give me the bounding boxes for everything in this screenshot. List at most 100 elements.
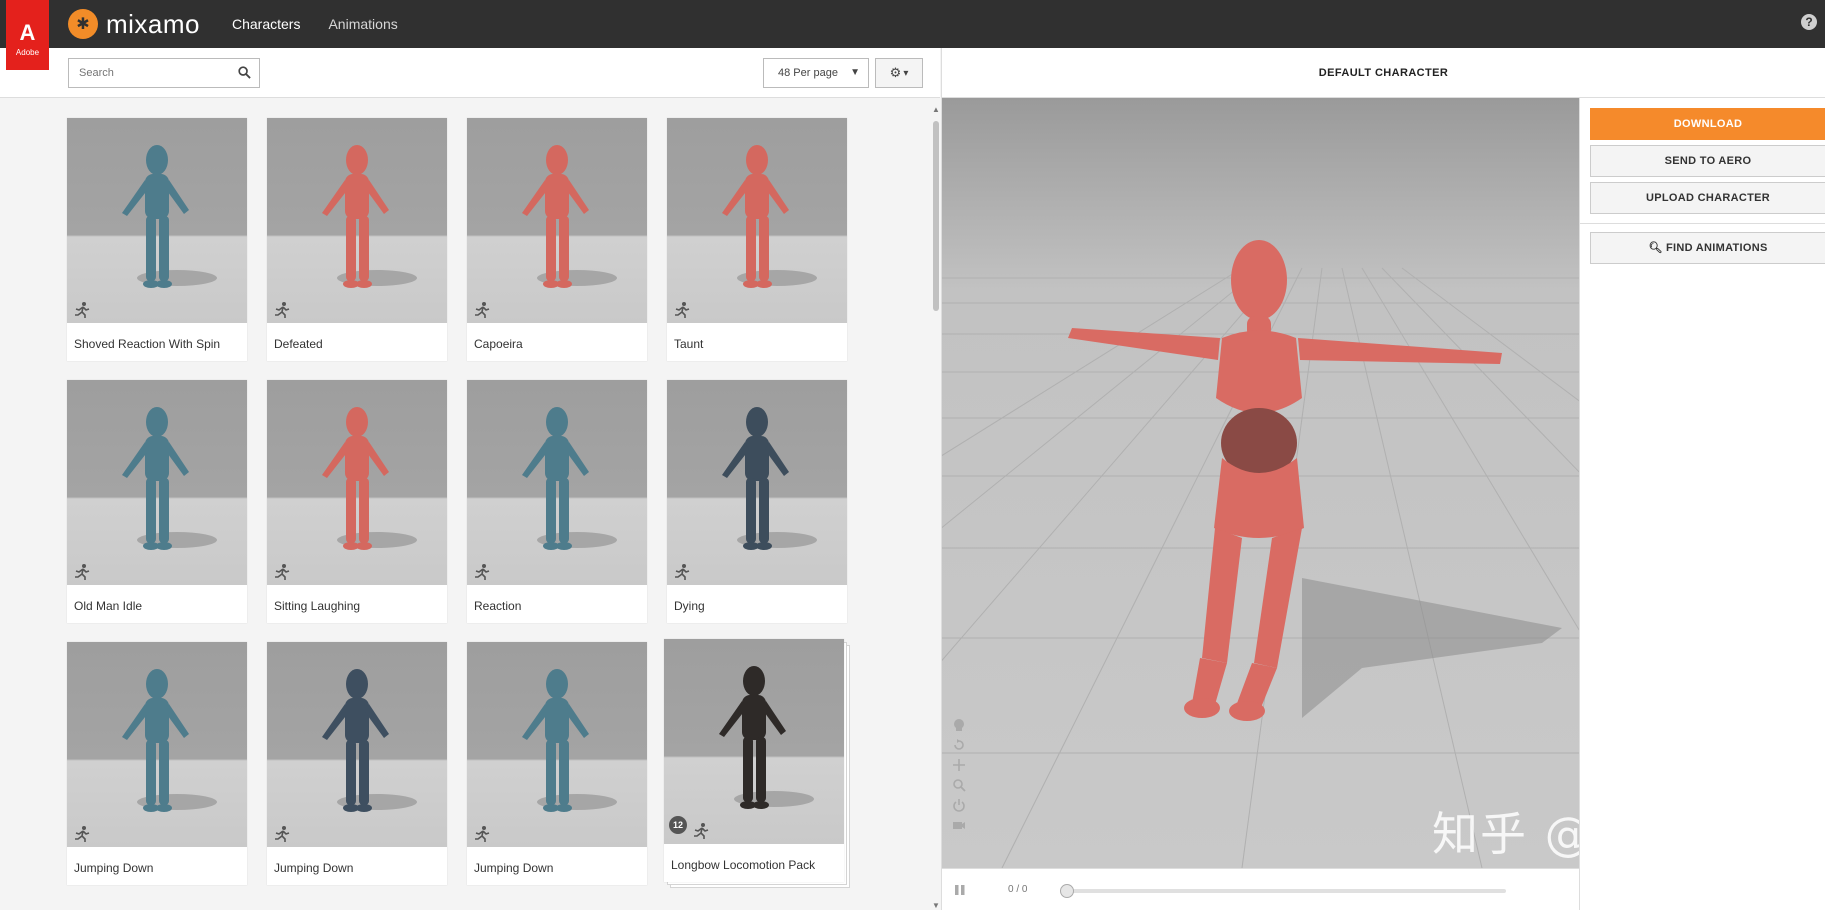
animation-card[interactable]: Capoeira <box>467 118 647 361</box>
find-animations-label: FIND ANIMATIONS <box>1665 242 1768 254</box>
help-icon[interactable]: ? <box>1801 14 1817 30</box>
animation-title: Dying <box>674 599 705 613</box>
animation-title: Capoeira <box>474 337 523 351</box>
running-man-icon <box>75 826 90 842</box>
character-figure <box>322 145 417 288</box>
main-nav: Characters Animations <box>232 0 426 48</box>
animation-card[interactable]: Shoved Reaction With Spin <box>67 118 247 361</box>
mixamo-logo-icon: ✱ <box>68 9 98 39</box>
pack-count-badge: 12 <box>669 816 687 834</box>
timeline: 0 / 0 <box>942 868 1579 910</box>
send-to-aero-button[interactable]: SEND TO AERO <box>1590 145 1825 177</box>
animation-thumbnail <box>267 642 447 847</box>
animation-thumbnail <box>267 380 447 585</box>
chevron-down-icon: ▾ <box>903 67 909 79</box>
animation-card[interactable]: Old Man Idle <box>67 380 247 623</box>
character-figure <box>722 407 817 550</box>
animation-thumbnail <box>267 118 447 323</box>
adobe-badge[interactable]: A Adobe <box>6 0 49 70</box>
upload-character-button[interactable]: UPLOAD CHARACTER <box>1590 182 1825 214</box>
move-icon[interactable] <box>952 758 966 772</box>
watermark-text: 知乎 @扬斯基 <box>1432 807 1579 861</box>
animation-card[interactable]: Reaction <box>467 380 647 623</box>
reset-icon[interactable] <box>952 738 966 752</box>
character-figure <box>322 407 417 550</box>
animation-thumbnail <box>67 380 247 585</box>
animation-card[interactable]: Jumping Down <box>67 642 247 885</box>
running-man-icon <box>475 302 490 318</box>
skull-icon[interactable] <box>952 718 966 732</box>
character-figure <box>719 666 814 809</box>
animation-thumbnail <box>467 118 647 323</box>
adobe-word: Adobe <box>15 48 40 57</box>
settings-button[interactable]: ⚙ ▾ <box>875 58 923 88</box>
animation-card[interactable]: Jumping Down <box>467 642 647 885</box>
scrollbar-thumb[interactable] <box>933 121 939 311</box>
scroll-up-icon[interactable]: ▲ <box>932 105 940 114</box>
character-figure <box>122 407 217 550</box>
nav-characters[interactable]: Characters <box>232 16 300 32</box>
animation-title: Reaction <box>474 599 522 613</box>
animation-card[interactable]: 12 Longbow Locomotion Pack <box>664 639 844 882</box>
running-man-icon <box>275 826 290 842</box>
running-man-icon <box>75 302 90 318</box>
animation-card[interactable]: Taunt <box>667 118 847 361</box>
action-panel: DOWNLOAD SEND TO AERO UPLOAD CHARACTER 🔍… <box>1579 98 1825 910</box>
animation-title: Old Man Idle <box>74 599 143 613</box>
animation-thumbnail <box>667 380 847 585</box>
download-button[interactable]: DOWNLOAD <box>1590 108 1825 140</box>
per-page-select[interactable]: 48 Per page ▼ <box>763 58 869 88</box>
search-icon[interactable] <box>238 66 251 79</box>
running-man-icon <box>75 564 90 580</box>
animation-thumbnail <box>667 118 847 323</box>
chevron-down-icon: ▼ <box>850 67 860 78</box>
running-man-icon <box>275 564 290 580</box>
scroll-down-icon[interactable]: ▼ <box>932 901 940 910</box>
animation-grid: Shoved Reaction With Spin Defeated Capoeir… <box>0 99 932 910</box>
animation-title: Jumping Down <box>274 861 354 875</box>
animation-title: Jumping Down <box>474 861 554 875</box>
adobe-logo-icon: A <box>19 20 36 45</box>
zoom-icon[interactable] <box>952 778 966 792</box>
camera-icon[interactable] <box>952 818 966 832</box>
3d-viewport[interactable]: 知乎 @扬斯基 <box>942 98 1579 868</box>
running-man-icon <box>675 302 690 318</box>
character-figure <box>522 669 617 812</box>
nav-animations[interactable]: Animations <box>328 16 397 32</box>
character-figure <box>722 145 817 288</box>
character-figure <box>122 669 217 812</box>
animation-title: Sitting Laughing <box>274 599 361 613</box>
running-man-icon <box>475 564 490 580</box>
animation-thumbnail <box>467 642 647 847</box>
viewport-tools <box>952 718 972 838</box>
running-man-icon <box>694 823 709 839</box>
animation-title: Taunt <box>674 337 704 351</box>
animation-title: Defeated <box>274 337 323 351</box>
mixamo-logo[interactable]: ✱ mixamo <box>68 8 200 40</box>
gear-icon: ⚙ <box>889 65 902 80</box>
animation-card[interactable]: Jumping Down <box>267 642 447 885</box>
animation-thumbnail <box>67 118 247 323</box>
search-input[interactable] <box>69 59 229 87</box>
animation-title: Longbow Locomotion Pack <box>671 858 816 872</box>
character-figure <box>322 669 417 812</box>
running-man-icon <box>675 564 690 580</box>
power-icon[interactable] <box>952 798 966 812</box>
running-man-icon <box>275 302 290 318</box>
animation-card[interactable]: Defeated <box>267 118 447 361</box>
frame-counter: 0 / 0 <box>1008 884 1028 895</box>
animation-card[interactable]: Sitting Laughing <box>267 380 447 623</box>
timeline-track[interactable] <box>1066 889 1506 893</box>
animation-card[interactable]: Dying <box>667 380 847 623</box>
panel-separator <box>1580 223 1825 224</box>
animation-title: Jumping Down <box>74 861 154 875</box>
running-man-icon <box>475 826 490 842</box>
animation-title: Shoved Reaction With Spin <box>74 337 221 351</box>
pause-icon[interactable] <box>954 884 966 896</box>
viewer-title: DEFAULT CHARACTER <box>942 48 1825 98</box>
character-figure <box>522 407 617 550</box>
find-animations-button[interactable]: 🔍︎ FIND ANIMATIONS <box>1590 232 1825 264</box>
search-box <box>68 58 260 88</box>
animation-thumbnail <box>67 642 247 847</box>
timeline-scrubber[interactable] <box>1060 884 1074 898</box>
